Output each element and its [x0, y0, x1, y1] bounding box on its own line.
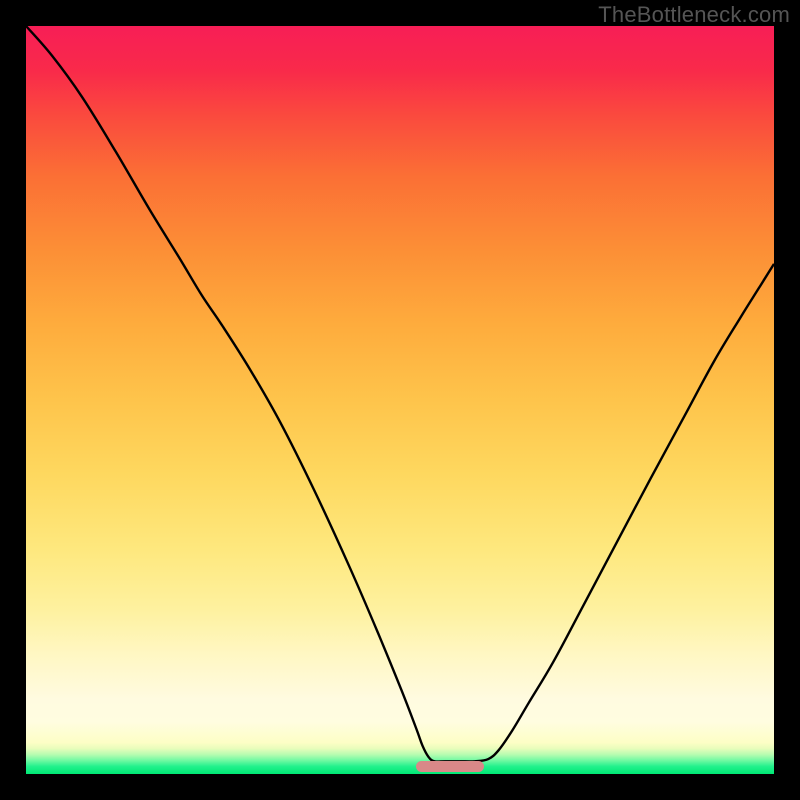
- optimal-range-marker: [416, 761, 484, 772]
- watermark-text: TheBottleneck.com: [598, 2, 790, 28]
- chart-container: TheBottleneck.com: [0, 0, 800, 800]
- plot-area: [26, 26, 774, 774]
- bottleneck-curve: [26, 26, 774, 774]
